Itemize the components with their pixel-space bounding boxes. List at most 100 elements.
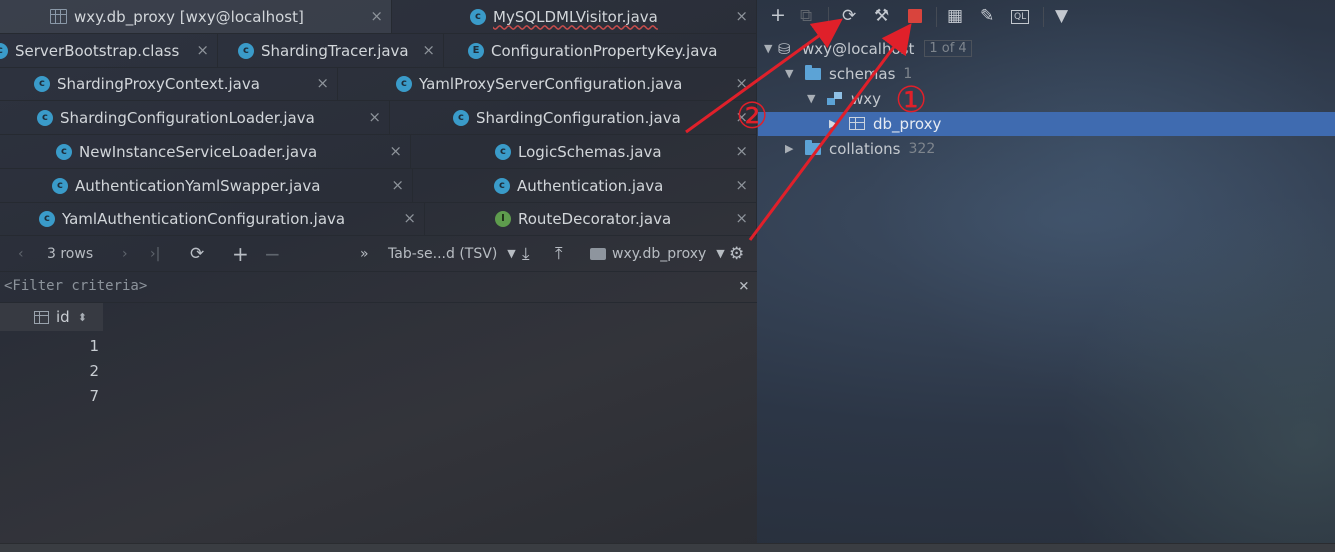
table-row[interactable]: 1: [0, 337, 103, 362]
close-icon[interactable]: ×: [735, 7, 748, 25]
tab-configurationpropertykey[interactable]: E ConfigurationPropertyKey.java: [444, 34, 757, 67]
upload-icon[interactable]: ⤒: [555, 236, 563, 271]
tree-item-connection[interactable]: ▼ ⛁ wxy@localhost 1 of 4: [764, 36, 972, 61]
class-icon: c: [453, 109, 469, 126]
tab-row: c ServerBootstrap.class × c ShardingTrac…: [0, 34, 757, 68]
filter-input[interactable]: <Filter criteria>: [4, 278, 147, 294]
datasource-label: wxy.db_proxy: [612, 245, 707, 262]
stop-icon[interactable]: [908, 9, 922, 23]
class-icon: c: [37, 109, 53, 126]
expand-arrow-icon[interactable]: ▶: [785, 142, 799, 155]
collations-count: 322: [908, 140, 936, 157]
expand-arrow-icon[interactable]: ▶: [829, 117, 843, 130]
filter-icon[interactable]: ▼: [1055, 6, 1068, 26]
tree-item-table-db-proxy[interactable]: ▶ db_proxy: [829, 111, 941, 136]
tab-authenticationyamlswapper[interactable]: c AuthenticationYamlSwapper.java ×: [0, 169, 413, 202]
gear-icon[interactable]: ⚙: [729, 236, 744, 271]
rows-count[interactable]: 3 rows: [47, 236, 93, 271]
connection-badge: 1 of 4: [924, 40, 972, 57]
properties-icon[interactable]: ⚒: [874, 6, 889, 26]
close-icon[interactable]: ×: [368, 108, 381, 126]
close-icon[interactable]: ×: [316, 74, 329, 92]
chevron-down-icon: ▼: [507, 247, 516, 260]
tab-row: c ShardingConfigurationLoader.java × c S…: [0, 101, 757, 135]
refresh-icon[interactable]: ⟳: [842, 6, 856, 26]
close-icon[interactable]: ×: [403, 209, 416, 227]
close-icon[interactable]: ×: [389, 142, 402, 160]
edit-icon[interactable]: ✎: [980, 6, 994, 26]
expand-arrow-icon[interactable]: ▼: [807, 92, 821, 105]
database-toolbar: + ⧉ ⟳ ⚒ ▦ ✎ QL ▼: [758, 0, 1335, 34]
close-icon[interactable]: ×: [735, 142, 748, 160]
close-icon[interactable]: ×: [735, 108, 748, 126]
next-page-icon[interactable]: ›: [122, 236, 128, 271]
tab-label: wxy.db_proxy [wxy@localhost]: [74, 7, 304, 26]
datasource-select[interactable]: wxy.db_proxy ▼: [590, 236, 725, 271]
add-icon[interactable]: +: [770, 4, 786, 26]
connection-label: wxy@localhost: [802, 39, 915, 58]
export-format-label: Tab-se...d (TSV): [388, 245, 498, 262]
expand-arrow-icon[interactable]: ▼: [785, 67, 799, 80]
tab-shardingconfiguration[interactable]: c ShardingConfiguration.java ×: [390, 101, 757, 134]
schema-label: wxy: [851, 89, 882, 108]
close-icon[interactable]: ×: [735, 74, 748, 92]
close-icon[interactable]: ×: [391, 176, 404, 194]
close-icon[interactable]: ×: [739, 276, 749, 296]
tab-authentication[interactable]: c Authentication.java ×: [413, 169, 757, 202]
tab-row: c ShardingProxyContext.java × c YamlProx…: [0, 67, 757, 101]
last-page-icon[interactable]: ›|: [150, 236, 160, 271]
tab-shardingconfigurationloader[interactable]: c ShardingConfigurationLoader.java ×: [0, 101, 390, 134]
tab-row: c NewInstanceServiceLoader.java × c Logi…: [0, 135, 757, 169]
console-icon[interactable]: QL: [1011, 10, 1030, 24]
class-icon: c: [494, 177, 510, 194]
connection-icon: ⛁: [778, 39, 791, 58]
tab-yamlproxyserverconfiguration[interactable]: c YamlProxyServerConfiguration.java ×: [338, 67, 757, 100]
add-row-icon[interactable]: +: [232, 236, 249, 271]
close-icon[interactable]: ×: [422, 41, 435, 59]
tab-serverbootstrap[interactable]: c ServerBootstrap.class ×: [0, 34, 218, 67]
filter-bar: <Filter criteria> ×: [0, 272, 757, 303]
close-icon[interactable]: ×: [735, 176, 748, 194]
delete-row-icon[interactable]: −: [264, 236, 281, 271]
schemas-count: 1: [903, 65, 913, 82]
column-header-id[interactable]: id ⬍: [0, 303, 103, 331]
table-row[interactable]: 7: [0, 387, 103, 412]
tab-mysqldmlvisitor[interactable]: c MySQLDMLVisitor.java ×: [392, 0, 757, 33]
sort-icon[interactable]: ⬍: [78, 311, 87, 324]
table-row[interactable]: 2: [0, 362, 103, 387]
previous-page-icon[interactable]: ‹: [18, 236, 24, 271]
tab-logicschemas[interactable]: c LogicSchemas.java ×: [411, 135, 757, 168]
close-icon[interactable]: ×: [370, 7, 383, 25]
expand-arrow-icon[interactable]: ▼: [764, 42, 778, 55]
tab-shardingproxycontext[interactable]: c ShardingProxyContext.java ×: [0, 67, 338, 100]
schemas-label: schemas: [829, 64, 896, 83]
copy-icon[interactable]: ⧉: [800, 6, 812, 26]
tab-label: NewInstanceServiceLoader.java: [79, 142, 318, 161]
tab-label: ServerBootstrap.class: [15, 41, 180, 60]
close-icon[interactable]: ×: [735, 209, 748, 227]
tree-item-collations[interactable]: ▶ collations 322: [785, 136, 935, 161]
tab-label: LogicSchemas.java: [518, 142, 662, 161]
tab-shardingtracer[interactable]: c ShardingTracer.java ×: [218, 34, 444, 67]
tab-db-proxy-console[interactable]: wxy.db_proxy [wxy@localhost] ×: [0, 0, 392, 33]
tree-item-schema-wxy[interactable]: ▼ wxy: [807, 86, 881, 111]
toolbar-separator: [936, 7, 937, 27]
collations-label: collations: [829, 139, 901, 158]
refresh-icon[interactable]: ⟳: [190, 236, 204, 271]
table-view-icon[interactable]: ▦: [947, 6, 963, 26]
tab-routedecorator[interactable]: I RouteDecorator.java ×: [425, 202, 757, 235]
class-icon: c: [495, 143, 511, 160]
download-icon[interactable]: ⤓: [522, 236, 530, 271]
tree-item-schemas[interactable]: ▼ schemas 1: [785, 61, 912, 86]
export-format-select[interactable]: Tab-se...d (TSV) ▼: [388, 236, 516, 271]
tab-newinstanceserviceloader[interactable]: c NewInstanceServiceLoader.java ×: [0, 135, 411, 168]
toolbar-separator: [828, 7, 829, 27]
class-icon: c: [396, 75, 412, 92]
close-icon[interactable]: ×: [196, 41, 209, 59]
tab-label: ShardingConfigurationLoader.java: [60, 108, 315, 127]
class-icon: c: [56, 143, 72, 160]
tab-row: c AuthenticationYamlSwapper.java × c Aut…: [0, 169, 757, 203]
more-icon[interactable]: »: [360, 236, 369, 271]
tab-yamlauthenticationconfiguration[interactable]: c YamlAuthenticationConfiguration.java ×: [0, 202, 425, 235]
class-icon: c: [34, 75, 50, 92]
